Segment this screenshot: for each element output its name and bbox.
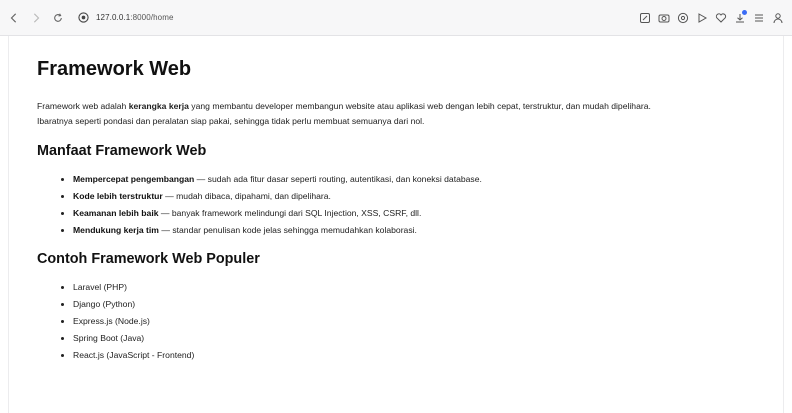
notification-dot-icon xyxy=(742,9,747,15)
heart-icon[interactable] xyxy=(713,10,729,26)
list-item: Keamanan lebih baik — banyak framework m… xyxy=(73,205,755,222)
list-item: Kode lebih terstruktur — mudah dibaca, d… xyxy=(73,188,755,205)
benefit-desc: — mudah dibaca, dipahami, dan dipelihara… xyxy=(162,191,331,201)
examples-list: Laravel (PHP) Django (Python) Express.js… xyxy=(37,279,755,364)
site-info-icon[interactable] xyxy=(76,11,90,25)
list-item: React.js (JavaScript - Frontend) xyxy=(73,347,755,364)
url-path: :8000/home xyxy=(130,13,174,22)
intro-paragraph: Framework web adalah kerangka kerja yang… xyxy=(37,99,755,129)
intro-line2: Ibaratnya seperti pondasi dan peralatan … xyxy=(37,116,425,126)
benefit-title: Mempercepat pengembangan xyxy=(73,174,195,184)
downloads-icon[interactable] xyxy=(732,9,748,26)
benefit-desc: — standar penulisan kode jelas sehingga … xyxy=(158,225,417,235)
list-item: Express.js (Node.js) xyxy=(73,313,755,330)
page-title: Framework Web xyxy=(37,58,192,80)
page-viewport: Framework Web Framework web adalah keran… xyxy=(8,36,784,413)
menu-icon[interactable] xyxy=(751,10,767,26)
intro-text-cont: yang membantu developer membangun websit… xyxy=(188,101,651,111)
benefit-title: Keamanan lebih baik xyxy=(73,208,159,218)
screenshot-icon[interactable] xyxy=(656,10,672,26)
benefit-title: Kode lebih terstruktur xyxy=(73,191,163,201)
profile-icon[interactable] xyxy=(770,10,786,26)
list-item: Laravel (PHP) xyxy=(73,279,755,296)
list-item: Django (Python) xyxy=(73,296,755,313)
benefits-heading: Manfaat Framework Web xyxy=(37,143,207,159)
list-item: Spring Boot (Java) xyxy=(73,330,755,347)
shield-icon[interactable] xyxy=(675,10,691,26)
url-host: 127.0.0.1 xyxy=(96,13,131,22)
play-icon[interactable] xyxy=(694,10,710,26)
intro-text: Framework web adalah xyxy=(37,101,129,111)
list-item: Mempercepat pengembangan — sudah ada fit… xyxy=(73,171,755,188)
forward-icon[interactable] xyxy=(28,10,44,26)
main-content: Framework Web Framework web adalah keran… xyxy=(9,36,783,364)
reload-icon[interactable] xyxy=(50,10,66,26)
address-bar[interactable]: 127.0.0.1:8000/home xyxy=(96,13,174,22)
intro-bold: kerangka kerja xyxy=(128,101,189,111)
list-item: Mendukung kerja tim — standar penulisan … xyxy=(73,222,755,239)
benefit-title: Mendukung kerja tim xyxy=(73,225,159,235)
benefit-desc: — banyak framework melindungi dari SQL I… xyxy=(158,208,422,218)
edit-icon[interactable] xyxy=(637,10,653,26)
browser-toolbar: 127.0.0.1:8000/home xyxy=(0,0,792,36)
benefits-list: Mempercepat pengembangan — sudah ada fit… xyxy=(37,171,755,239)
examples-heading: Contoh Framework Web Populer xyxy=(37,251,260,267)
benefit-desc: — sudah ada fitur dasar seperti routing,… xyxy=(194,174,482,184)
back-icon[interactable] xyxy=(6,10,22,26)
